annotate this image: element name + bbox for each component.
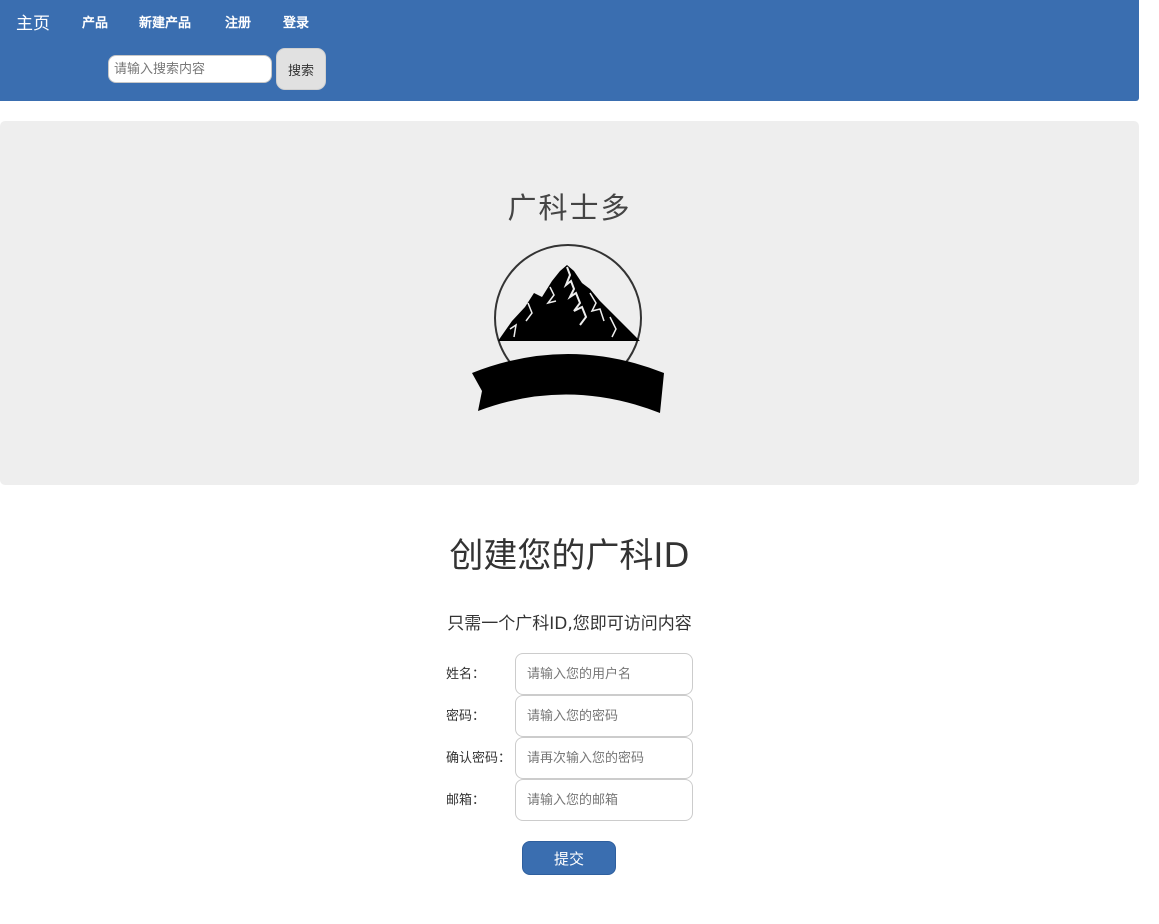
search-input[interactable] [108, 55, 272, 83]
store-title: 广科士多 [507, 191, 632, 225]
email-label: 邮箱： [446, 793, 486, 808]
registration-title: 创建您的广科ID [449, 536, 690, 576]
search-button[interactable]: 搜索 [276, 48, 326, 90]
nav-brand-home[interactable]: 主页 [16, 12, 50, 36]
submit-button[interactable]: 提交 [522, 841, 616, 875]
mountain-logo-icon [472, 244, 664, 413]
nav-item-products[interactable]: 产品 [82, 15, 108, 33]
top-navbar: 主页 产品 新建产品 注册 登录 搜索 [0, 0, 1139, 101]
jumbotron: 广科士多 [0, 121, 1139, 485]
nav-item-new-product[interactable]: 新建产品 [139, 15, 191, 33]
nav-item-register[interactable]: 注册 [225, 15, 251, 33]
name-label: 姓名： [446, 667, 486, 682]
registration-subtitle: 只需一个广科ID,您即可访问内容 [447, 614, 692, 634]
confirm-password-field[interactable] [515, 737, 693, 779]
password-label: 密码： [446, 709, 486, 724]
email-field[interactable] [515, 779, 693, 821]
password-field[interactable] [515, 695, 693, 737]
confirm-password-label: 确认密码： [446, 751, 512, 766]
username-field[interactable] [515, 653, 693, 695]
nav-item-login[interactable]: 登录 [283, 15, 309, 33]
